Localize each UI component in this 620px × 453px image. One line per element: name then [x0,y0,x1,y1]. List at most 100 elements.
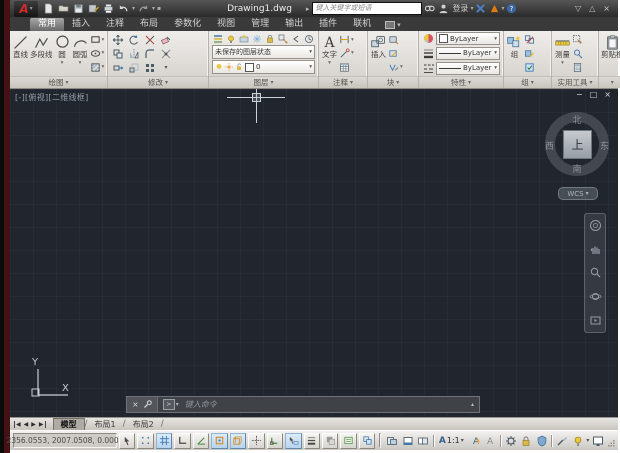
group-button[interactable]: 组 [506,32,523,75]
save-button[interactable] [72,2,85,15]
orbit-icon[interactable] [589,290,602,303]
navigation-wheel-icon[interactable] [589,219,602,232]
toggle-transparency[interactable] [322,433,338,449]
infocenter-toggle-icon[interactable]: ▸ [306,5,310,13]
quick-view-layouts-button[interactable] [401,434,415,448]
ribbon-tab-insert[interactable]: 插入 [64,18,98,31]
panel-label-clipboard[interactable]: ▾ [599,76,620,88]
toggle-polar-tracking[interactable] [193,433,209,449]
panel-label-annotation[interactable]: 注释▾ [319,76,367,88]
object-color-dropdown[interactable]: ByLayer ▾ [436,32,500,45]
toggle-selection-cycling[interactable] [359,433,375,449]
workspace-switching-button[interactable] [504,434,518,448]
command-close-button[interactable]: × [132,400,139,409]
ribbon-tab-online[interactable]: 联机 [345,18,379,31]
command-input[interactable]: 键入命令 [185,399,217,410]
toggle-ortho-mode[interactable] [174,433,190,449]
arc-button[interactable]: 圆弧 ▾ [72,32,89,75]
erase-button[interactable] [158,33,174,47]
panel-label-utilities[interactable]: 实用工具▾ [552,76,598,88]
toggle-infer-constraints[interactable] [119,433,135,449]
command-history-toggle[interactable]: ▴ [471,401,474,408]
layout-prev-button[interactable]: ◀ [24,421,29,428]
status-menu-chevron[interactable]: ▾ [586,437,589,444]
drawing-minimize-button[interactable]: − [576,90,583,99]
search-icon[interactable] [422,2,436,15]
new-file-button[interactable] [42,2,55,15]
dimension-button[interactable]: ▾ [339,34,354,46]
ungroup-button[interactable] [524,34,535,46]
performance-tuner-button[interactable] [555,434,569,448]
layer-lock-icon[interactable] [264,33,276,44]
layer-freeze-icon[interactable] [251,33,263,44]
toggle-snap-mode[interactable] [137,433,153,449]
clean-screen-button[interactable] [591,434,605,448]
rotate-button[interactable] [126,33,142,47]
leader-button[interactable]: ▾ [339,47,354,59]
array-dropdown-icon[interactable]: ▾ [158,61,174,75]
panel-label-block[interactable]: 块▾ [368,76,418,88]
ui-lock-button[interactable] [519,434,533,448]
layout-next-button[interactable]: ▶ [31,421,36,428]
move-button[interactable] [110,33,126,47]
exchange-apps-icon[interactable] [473,2,487,15]
trim-button[interactable] [142,33,158,47]
layer-dropdown[interactable]: 0 ▾ [212,60,315,74]
array-button[interactable] [142,61,158,75]
viewcube-south-label[interactable]: 南 [544,162,610,175]
scale-button[interactable] [126,61,142,75]
redo-dropdown-icon[interactable]: ▾ [152,5,155,12]
hatch-button[interactable]: ▾ [90,61,105,73]
open-file-button[interactable] [57,2,70,15]
annotation-visibility-button[interactable]: A [468,434,482,448]
isolate-objects-button[interactable] [571,434,585,448]
quick-calc-button[interactable] [572,61,583,73]
ribbon-minimize-button[interactable]: ▾ [385,21,401,31]
quick-view-drawings-button[interactable] [416,434,430,448]
table-button[interactable] [339,61,354,73]
rectangle-button[interactable]: ▾ [90,34,105,46]
autodesk360-icon[interactable] [487,2,501,15]
quick-select-button[interactable] [572,34,583,46]
application-menu-button[interactable]: A ▾ [14,1,38,17]
ribbon-tab-parametric[interactable]: 参数化 [166,18,209,31]
toggle-quick-properties[interactable] [340,433,356,449]
layout-last-button[interactable]: ▶ [39,421,46,428]
drawing-restore-button[interactable]: □ [590,90,598,99]
polyline-button[interactable]: 多段线 [30,32,53,75]
toggle-grid-display[interactable] [156,433,172,449]
zoom-icon[interactable] [589,266,602,279]
panel-label-modify[interactable]: 修改▾ [108,76,208,88]
redo-button[interactable] [137,2,150,15]
wrench-icon[interactable] [143,400,152,409]
window-minimize-button[interactable]: ▽ [575,4,581,13]
tab-model[interactable]: 模型 [53,418,85,430]
viewport-controls[interactable]: [-][俯视][二维线框] [15,92,89,103]
tab-layout2[interactable]: 布局2 [126,419,161,430]
infocenter-search-input[interactable]: 键入关键字或短语 [312,2,422,15]
viewcube-west-label[interactable]: 西 [545,139,554,152]
edit-attributes-button[interactable]: ▾ [388,61,403,73]
toggle-object-snap[interactable] [211,433,227,449]
panel-label-properties[interactable]: 特性▾ [419,76,503,88]
ribbon-tab-manage[interactable]: 管理 [243,18,277,31]
measure-button[interactable]: 测量 ▾ [554,32,571,75]
ribbon-tab-output[interactable]: 输出 [277,18,311,31]
save-as-button[interactable] [87,2,100,15]
linetype-icon[interactable] [422,63,434,74]
ribbon-tab-view[interactable]: 视图 [209,18,243,31]
layer-properties-icon[interactable] [212,33,224,44]
model-space-button[interactable] [385,434,399,448]
undo-dropdown-icon[interactable]: ▾ [132,5,135,12]
create-block-button[interactable] [388,34,403,46]
help-icon[interactable]: ? [504,2,518,15]
showmotion-icon[interactable] [589,314,602,327]
line-button[interactable]: 直线 [12,32,29,75]
auto-annotation-scale-button[interactable]: A [483,434,497,448]
layer-off-icon[interactable] [225,33,237,44]
mirror-button[interactable] [126,47,142,61]
edit-block-button[interactable] [388,47,403,59]
circle-button[interactable]: 圆 ▾ [54,32,71,75]
copy-button[interactable] [110,47,126,61]
insert-block-button[interactable]: 插入 [370,32,387,75]
